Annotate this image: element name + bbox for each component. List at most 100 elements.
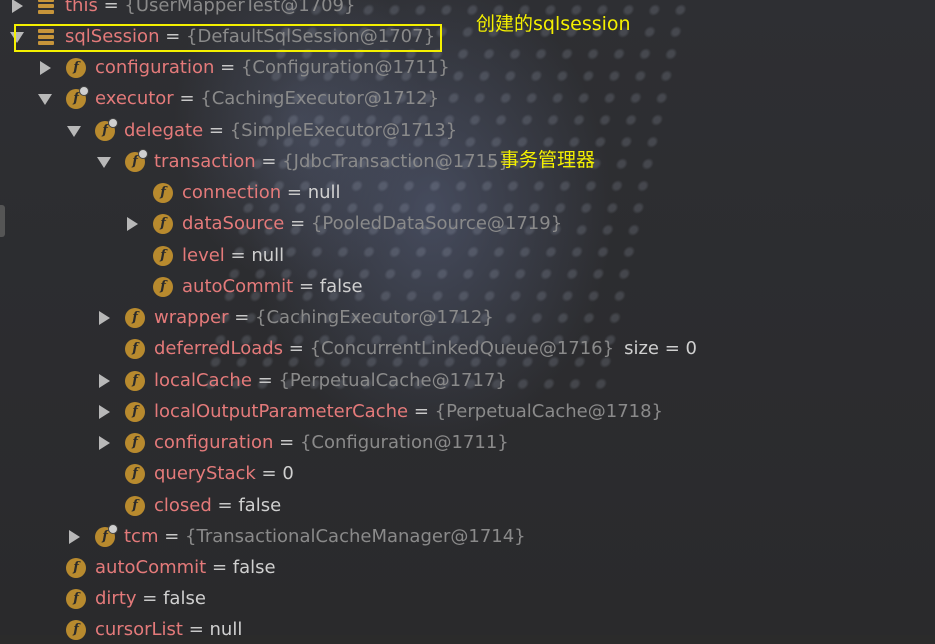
equals-sign: = xyxy=(203,120,230,141)
tree-row-localoutputparametercache[interactable]: f localOutputParameterCache = {PerpetualC… xyxy=(97,398,663,426)
equals-sign: = xyxy=(97,0,125,16)
field-icon: f xyxy=(125,149,148,172)
tree-row-transaction[interactable]: f transaction = {JdbcTransaction@1715} xyxy=(97,148,510,176)
expand-arrow-icon[interactable] xyxy=(10,0,24,13)
equals-sign: = xyxy=(255,151,283,172)
field-name: delegate xyxy=(124,120,204,141)
field-name: this xyxy=(65,0,98,16)
field-name: deferredLoads xyxy=(154,338,284,359)
tree-row-level[interactable]: f level = null xyxy=(125,242,284,270)
field-icon: f xyxy=(153,183,173,203)
expand-arrow-icon[interactable] xyxy=(97,436,111,450)
field-value: false xyxy=(163,588,206,609)
tree-row-this[interactable]: this = {UserMapperTest@1709} xyxy=(10,0,355,20)
equals-sign: = xyxy=(273,432,300,453)
tree-row-localcache[interactable]: f localCache = {PerpetualCache@1717} xyxy=(97,367,507,395)
field-value: {Configuration@1711} xyxy=(240,57,450,78)
equals-sign: = xyxy=(228,307,256,328)
tree-row-autocommit[interactable]: f autoCommit = false xyxy=(125,273,363,301)
field-icon: f xyxy=(66,86,89,109)
panel-resize-handle[interactable] xyxy=(0,205,5,237)
expand-arrow-icon[interactable] xyxy=(38,61,52,75)
sqlsession-highlight-box xyxy=(14,24,442,52)
field-name: autoCommit xyxy=(95,557,207,578)
field-value: false xyxy=(238,495,282,516)
expand-arrow-icon[interactable] xyxy=(67,530,81,544)
field-name: tcm xyxy=(124,526,159,547)
field-name: autoCommit xyxy=(182,276,294,297)
equals-sign: = xyxy=(182,619,210,640)
tree-row-querystack[interactable]: f queryStack = 0 xyxy=(97,460,294,488)
tree-row-autocommit[interactable]: f autoCommit = false xyxy=(38,554,276,582)
collapse-arrow-icon[interactable] xyxy=(67,124,81,138)
field-value: null xyxy=(251,245,285,266)
field-icon: f xyxy=(125,339,145,359)
field-icon: f xyxy=(125,371,145,391)
collapse-arrow-icon[interactable] xyxy=(38,92,52,106)
equals-sign: = xyxy=(408,401,435,422)
field-icon: f xyxy=(125,464,145,484)
equals-sign: = xyxy=(158,526,186,547)
equals-sign: = xyxy=(214,57,241,78)
tree-row-wrapper[interactable]: f wrapper = {CachingExecutor@1712} xyxy=(97,304,494,332)
tree-row-cursorlist[interactable]: f cursorList = null xyxy=(38,616,242,644)
equals-sign: = xyxy=(211,495,239,516)
tree-row-tcm[interactable]: f tcm = {TransactionalCacheManager@1714} xyxy=(67,523,526,551)
field-name: wrapper xyxy=(154,307,229,328)
field-icon: f xyxy=(125,496,145,516)
field-icon: f xyxy=(125,402,145,422)
field-value: {Configuration@1711} xyxy=(299,432,509,453)
tree-row-delegate[interactable]: f delegate = {SimpleExecutor@1713} xyxy=(67,117,457,145)
expand-arrow-icon[interactable] xyxy=(97,405,111,419)
tree-row-closed[interactable]: f closed = false xyxy=(97,492,281,520)
field-name: transaction xyxy=(154,151,256,172)
field-icon: f xyxy=(66,58,86,78)
equals-sign: = xyxy=(284,213,311,234)
tree-row-executor[interactable]: f executor = {CachingExecutor@1712} xyxy=(38,85,439,113)
field-name: dirty xyxy=(95,588,137,609)
variable-icon xyxy=(38,0,54,14)
tree-row-datasource[interactable]: f dataSource = {PooledDataSource@1719} xyxy=(125,210,562,238)
field-icon: f xyxy=(153,277,173,297)
field-icon: f xyxy=(66,558,86,578)
tree-row-configuration[interactable]: f configuration = {Configuration@1711} xyxy=(97,429,509,457)
field-value: 0 xyxy=(282,463,294,484)
field-name: queryStack xyxy=(154,463,256,484)
field-icon: f xyxy=(66,620,86,640)
field-icon: f xyxy=(125,433,145,453)
tree-row-dirty[interactable]: f dirty = false xyxy=(38,585,206,613)
field-value: {CachingExecutor@1712} xyxy=(255,307,494,328)
tree-row-configuration[interactable]: f configuration = {Configuration@1711} xyxy=(38,54,450,82)
field-name: localCache xyxy=(154,370,252,391)
field-icon: f xyxy=(153,246,173,266)
equals-sign: = xyxy=(281,182,308,203)
field-icon: f xyxy=(153,214,173,234)
expand-arrow-icon[interactable] xyxy=(97,311,111,325)
field-name: executor xyxy=(95,88,174,109)
tree-row-deferredloads[interactable]: f deferredLoads = {ConcurrentLinkedQueue@… xyxy=(97,335,697,363)
field-value: {PooledDataSource@1719} xyxy=(310,213,563,234)
field-icon: f xyxy=(95,118,118,141)
field-value: {SimpleExecutor@1713} xyxy=(229,120,458,141)
field-value: null xyxy=(307,182,341,203)
field-name: localOutputParameterCache xyxy=(154,401,409,422)
expand-arrow-icon[interactable] xyxy=(97,374,111,388)
field-value: {JdbcTransaction@1715} xyxy=(282,151,510,172)
field-icon: f xyxy=(95,524,118,547)
tree-row-connection[interactable]: f connection = null xyxy=(125,179,341,207)
equals-sign: = xyxy=(136,588,164,609)
transaction-annotation: 事务管理器 xyxy=(500,149,596,171)
equals-sign: = xyxy=(293,276,320,297)
collapse-arrow-icon[interactable] xyxy=(97,155,111,169)
equals-sign: = xyxy=(251,370,279,391)
equals-sign: = xyxy=(206,557,233,578)
field-value: false xyxy=(232,557,276,578)
size-info: size = 0 xyxy=(624,338,697,359)
expand-arrow-icon[interactable] xyxy=(125,217,139,231)
field-value: {CachingExecutor@1712} xyxy=(200,88,440,109)
field-value: null xyxy=(209,619,243,640)
field-value: {ConcurrentLinkedQueue@1716} xyxy=(309,338,615,359)
field-value: false xyxy=(319,276,363,297)
field-name: connection xyxy=(182,182,282,203)
field-name: level xyxy=(182,245,225,266)
